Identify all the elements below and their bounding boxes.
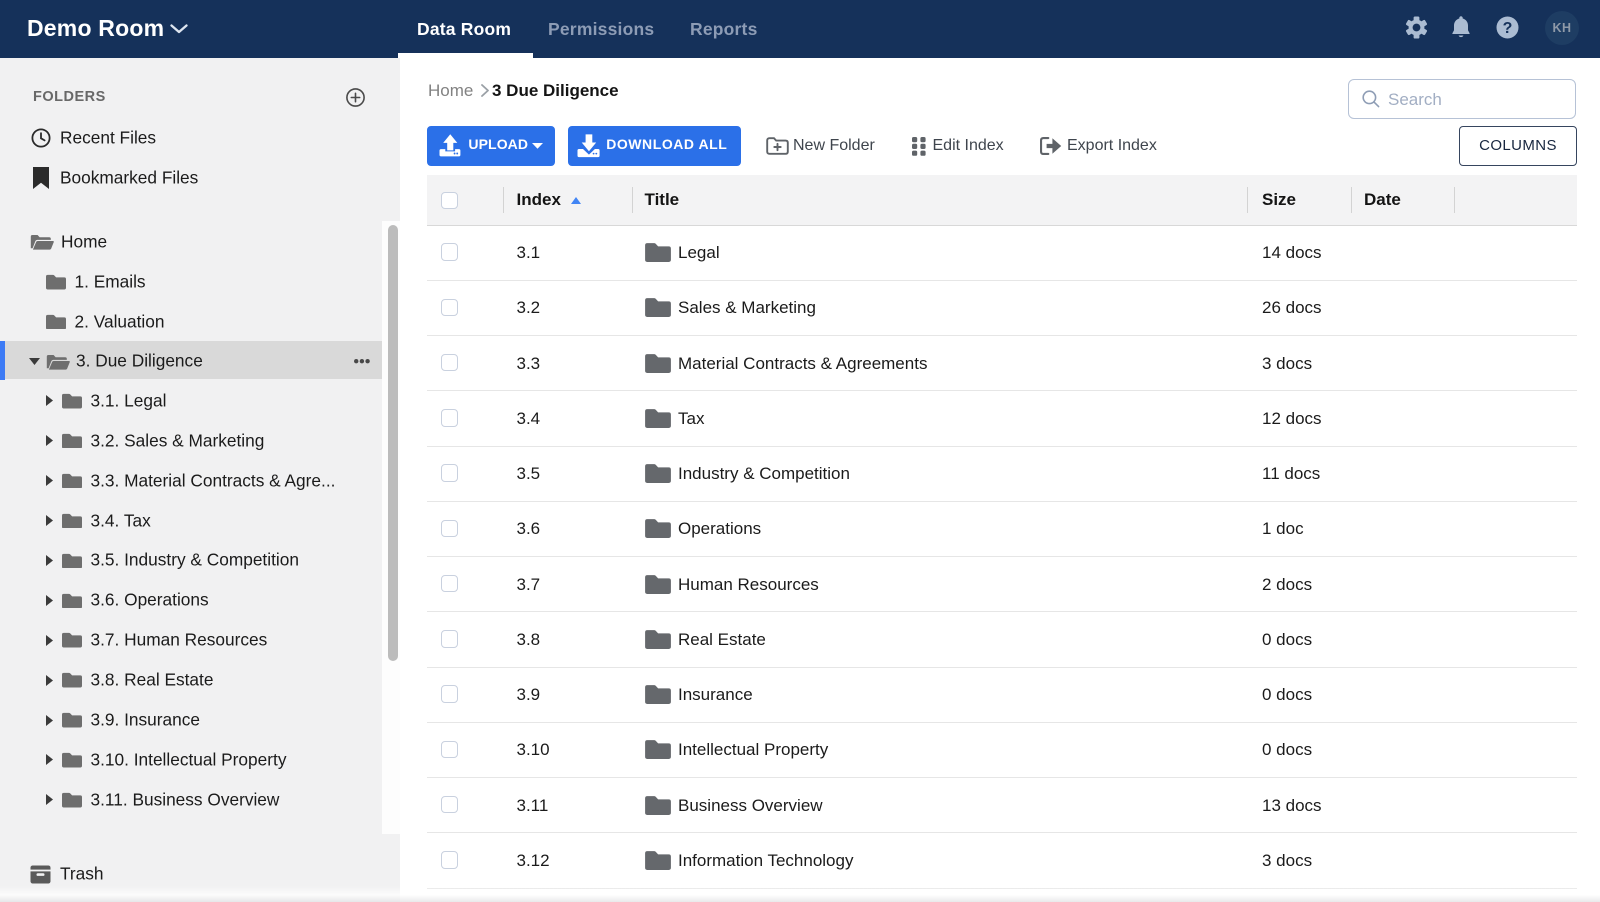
svg-text:?: ? xyxy=(1503,20,1513,37)
